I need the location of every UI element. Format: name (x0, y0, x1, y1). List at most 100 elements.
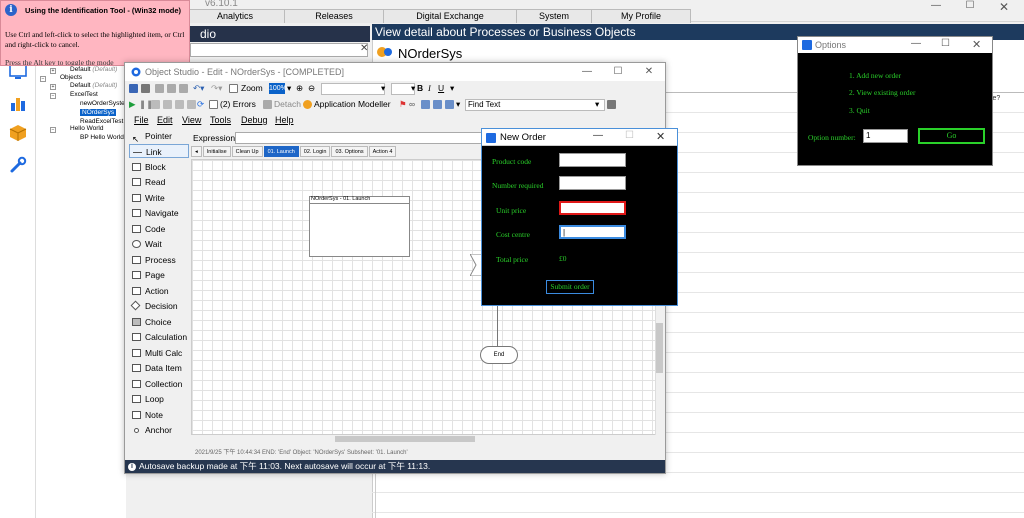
op-minimize-button[interactable]: — (911, 38, 921, 49)
tab-releases[interactable]: Releases (284, 9, 384, 23)
palette-anchor[interactable]: Anchor (129, 423, 189, 437)
app-modeller-icon[interactable] (303, 100, 312, 109)
step-icon[interactable] (151, 100, 160, 109)
tree-item-default[interactable]: Default (Default) (70, 66, 117, 73)
tools-icon[interactable] (9, 156, 27, 174)
palette-wait[interactable]: Wait (129, 237, 189, 251)
no-maximize-button[interactable]: ☐ (625, 130, 634, 141)
page-tab-launch[interactable]: 01. Launch (263, 146, 299, 157)
palette-pointer[interactable]: ↖ Pointer (129, 129, 189, 144)
tree-item-bp-hello-world[interactable]: BP Hello World (80, 134, 124, 141)
tree-expander[interactable]: − (40, 76, 46, 82)
palette-process[interactable]: Process (129, 253, 189, 267)
palette-code[interactable]: Code (129, 222, 189, 236)
tree-item-exceltest[interactable]: ExcelTest (70, 91, 98, 98)
op-close-button[interactable]: ✕ (972, 38, 981, 51)
italic-icon[interactable]: I (428, 83, 431, 93)
cost-centre-input[interactable]: | (559, 225, 626, 239)
product-code-input[interactable] (559, 153, 626, 167)
run-icon[interactable]: ▶ (129, 99, 136, 110)
palette-calculation[interactable]: Calculation (129, 330, 189, 344)
link-icon[interactable]: ∞ (409, 99, 415, 109)
menu-debug[interactable]: Debug (241, 115, 268, 125)
app-modeller-button[interactable]: Application Modeller (314, 99, 391, 109)
palette-choice[interactable]: Choice (129, 315, 189, 329)
tree-expander[interactable]: + (50, 68, 56, 74)
errors-icon[interactable] (209, 100, 218, 109)
undo-icon[interactable]: ↶▾ (193, 83, 204, 94)
canvas-launch-block[interactable] (309, 196, 410, 257)
font-dropdown-icon[interactable]: ▾ (381, 83, 385, 94)
page-tab-scroll-left[interactable]: ◂ (191, 146, 202, 157)
op-maximize-button[interactable]: ☐ (941, 38, 950, 49)
palette-page[interactable]: Page (129, 268, 189, 282)
tree-expander[interactable]: − (50, 127, 56, 133)
no-close-button[interactable]: ✕ (656, 130, 665, 143)
refresh-icon[interactable]: ⟳ (197, 99, 204, 110)
zoom-value[interactable]: 100% (269, 83, 287, 94)
save-icon[interactable] (129, 84, 138, 93)
step-out-icon[interactable] (175, 100, 184, 109)
format-dropdown-icon[interactable]: ▾ (450, 83, 454, 94)
palette-action[interactable]: Action (129, 284, 189, 298)
no-minimize-button[interactable]: — (593, 130, 603, 141)
canvas-end-stage[interactable]: End (480, 346, 518, 364)
find-go-icon[interactable] (607, 100, 616, 109)
unit-price-input[interactable] (559, 201, 626, 215)
page-icon[interactable] (229, 84, 238, 93)
menu-edit[interactable]: Edit (157, 115, 173, 125)
tab-digital-exchange[interactable]: Digital Exchange (383, 9, 517, 23)
detach-button[interactable]: Detach (274, 99, 301, 109)
errors-button[interactable]: (2) Errors (220, 99, 256, 109)
layout-dropdown-icon[interactable]: ▾ (456, 99, 460, 110)
main-close-button[interactable]: ✕ (994, 0, 1014, 16)
main-minimize-button[interactable]: — (926, 0, 946, 16)
palette-multi-calc[interactable]: Multi Calc (129, 346, 189, 360)
bold-icon[interactable]: B (417, 83, 423, 93)
tree-item-objects[interactable]: Objects (60, 74, 82, 81)
cut-icon[interactable] (155, 84, 164, 93)
canvas-vertical-scroll-thumb[interactable] (656, 323, 663, 373)
palette-data-item[interactable]: Data Item (129, 361, 189, 375)
tab-analytics[interactable]: Analytics (185, 9, 285, 23)
package-icon[interactable] (9, 124, 27, 142)
palette-decision[interactable]: Decision (129, 299, 189, 313)
page-tab-clean-up[interactable]: Clean Up (231, 146, 263, 157)
palette-note[interactable]: Note (129, 408, 189, 422)
flag-icon[interactable]: ⚑ (399, 99, 407, 110)
go-button[interactable]: Go (918, 128, 985, 144)
font-family-select[interactable] (321, 83, 385, 95)
palette-navigate[interactable]: Navigate (129, 206, 189, 220)
paste-icon[interactable] (179, 84, 188, 93)
number-required-input[interactable] (559, 176, 626, 190)
tree-item-default-objects[interactable]: Default (Default) (70, 82, 117, 89)
find-dropdown-icon[interactable]: ▾ (595, 99, 599, 110)
tab-my-profile[interactable]: My Profile (591, 9, 691, 23)
tree-item-neworder-system[interactable]: newOrderSystem (80, 100, 130, 107)
analytics-icon[interactable] (9, 94, 27, 112)
tree-search-input[interactable] (190, 43, 368, 57)
redo-icon[interactable]: ↷▾ (211, 83, 222, 94)
tree-item-nordersys[interactable]: NOrderSys (80, 109, 117, 116)
os-maximize-button[interactable]: ☐ (611, 65, 625, 79)
palette-collection[interactable]: Collection (129, 377, 189, 391)
canvas-horizontal-scroll-thumb[interactable] (335, 436, 475, 442)
search-clear-icon[interactable]: ✕ (360, 43, 368, 54)
print-icon[interactable] (141, 84, 150, 93)
image-icon[interactable] (421, 100, 430, 109)
main-maximize-button[interactable]: ☐ (960, 0, 980, 16)
reset-icon[interactable] (187, 100, 196, 109)
font-size-dropdown-icon[interactable]: ▾ (411, 83, 415, 94)
underline-icon[interactable]: U (438, 83, 444, 93)
os-close-button[interactable]: ✕ (642, 65, 656, 79)
zoom-in-icon[interactable]: ⊕ (296, 83, 303, 94)
submit-order-button[interactable]: Submit order (546, 280, 594, 294)
tree-expander[interactable]: + (50, 84, 56, 90)
grid-icon[interactable] (433, 100, 442, 109)
detach-icon[interactable] (263, 100, 272, 109)
tab-system[interactable]: System (516, 9, 592, 23)
palette-link[interactable]: Link (129, 144, 189, 158)
step-over-icon[interactable] (163, 100, 172, 109)
palette-block[interactable]: Block (129, 160, 189, 174)
page-tab-action-4[interactable]: Action 4 (368, 146, 397, 157)
